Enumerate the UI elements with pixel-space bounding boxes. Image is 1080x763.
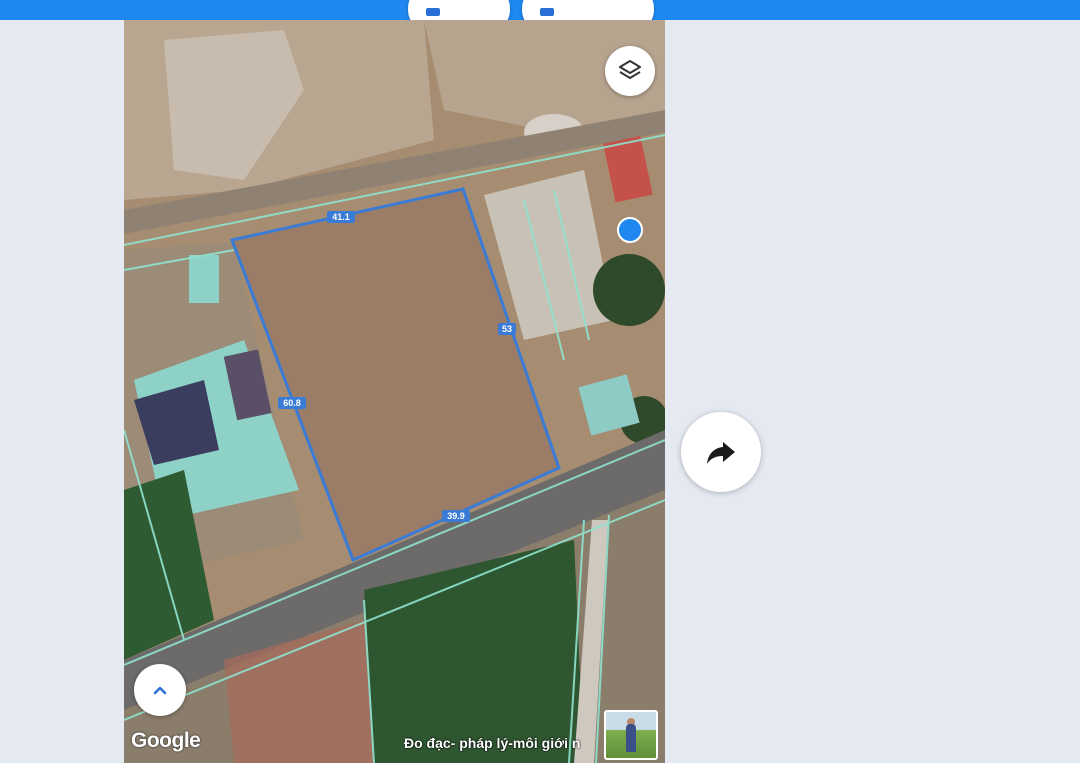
edge-label-bottom: 39.9 xyxy=(447,511,465,521)
share-arrow-icon xyxy=(707,442,735,464)
location-dot xyxy=(617,217,643,243)
map-canvas: 41.1 53 60.8 39.9 xyxy=(124,20,665,763)
tree-cluster xyxy=(593,254,665,326)
thumbnail-person xyxy=(626,724,636,752)
map-caption: Đo đạc- pháp lý-môi giới n xyxy=(404,735,581,751)
chip-icon-2 xyxy=(540,8,554,16)
collapse-button[interactable] xyxy=(134,664,186,716)
chip-icon xyxy=(426,8,440,16)
share-button[interactable] xyxy=(681,412,761,492)
chevron-up-icon xyxy=(153,686,167,695)
layers-button[interactable] xyxy=(605,46,655,96)
satellite-map[interactable]: 41.1 53 60.8 39.9 xyxy=(124,20,665,763)
shed-roof xyxy=(189,255,219,303)
layers-icon xyxy=(619,60,641,79)
edge-label-top: 41.1 xyxy=(332,212,350,222)
edge-label-left: 60.8 xyxy=(283,398,301,408)
google-attribution: Google xyxy=(131,729,201,752)
edge-label-right: 53 xyxy=(502,324,512,334)
profile-thumbnail[interactable] xyxy=(604,710,658,760)
